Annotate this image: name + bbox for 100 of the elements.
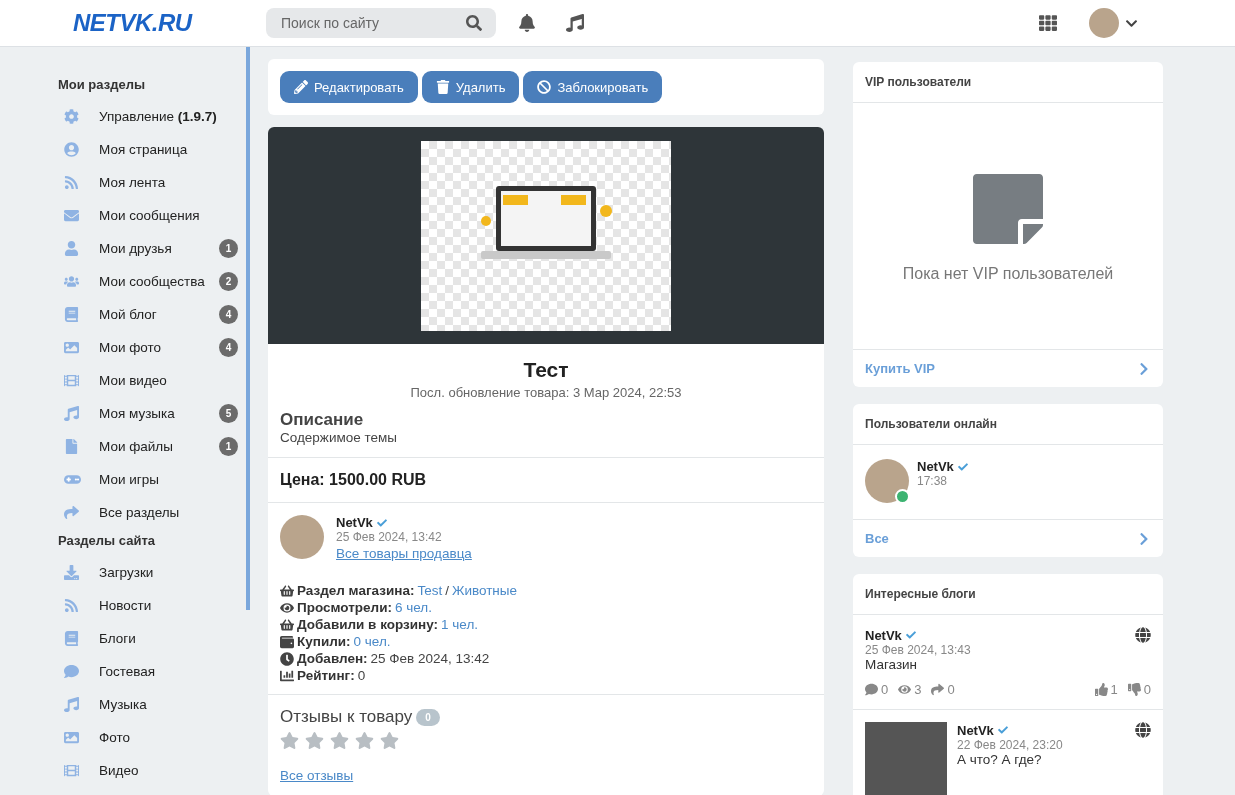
search-icon[interactable] (466, 15, 482, 31)
image-icon (64, 730, 79, 745)
detail-label: Раздел магазина: (297, 582, 415, 599)
music-note-icon[interactable] (566, 14, 584, 32)
sidebar-item[interactable]: Мои видео (58, 364, 246, 397)
blog-text: А что? А где? (957, 752, 1043, 767)
search-field[interactable]: Поиск по сайту (266, 8, 496, 38)
detail-link[interactable]: 6 чел. (395, 599, 432, 616)
rss-icon (64, 598, 79, 613)
sidebar-item[interactable]: Управление (1.9.7) (58, 100, 246, 133)
music-icon (64, 406, 79, 421)
description-text: Содержимое темы (280, 430, 398, 445)
sidebar-item[interactable]: Мои сообщества 2 (58, 265, 246, 298)
count-badge: 1 (219, 239, 238, 258)
action-button[interactable]: Заблокировать (523, 71, 663, 103)
book-icon (64, 631, 79, 646)
star-icon (380, 731, 399, 750)
users-icon (64, 274, 79, 289)
user-name: NetVk (917, 459, 954, 474)
sidebar-item[interactable]: Видео (58, 754, 246, 787)
site-logo[interactable]: NETVK.RU (73, 9, 266, 37)
seller-products-link[interactable]: Все товары продавца (336, 546, 472, 561)
music-icon (64, 697, 79, 712)
sidebar-item[interactable]: Мои фото 4 (58, 331, 246, 364)
speech-bubble-icon (64, 664, 79, 679)
pencil-icon (294, 80, 308, 94)
detail-link[interactable]: Животные (451, 582, 518, 599)
trash-icon (435, 80, 450, 94)
count-badge: 1 (219, 437, 238, 456)
star-icon (280, 731, 299, 750)
sidebar-item[interactable]: Все разделы (58, 496, 246, 529)
sidebar-item[interactable]: Моя музыка 5 (58, 397, 246, 430)
detail-label: Добавили в корзину: (297, 616, 439, 633)
globe-icon (1135, 722, 1151, 738)
apps-grid-icon[interactable] (1039, 14, 1057, 32)
detail-label: Просмотрели: (297, 599, 392, 616)
sidebar-item[interactable]: Гостевая (58, 655, 246, 688)
blog-author: NetVk (865, 627, 902, 643)
sidebar-item[interactable]: Блоги (58, 622, 246, 655)
ban-icon (537, 80, 552, 94)
rss-icon (64, 175, 79, 190)
sidebar-item[interactable]: Моя лента (58, 166, 246, 199)
sidebar-item[interactable]: Загрузки (58, 556, 246, 589)
blog-text: Магазин (865, 657, 919, 672)
share-count: 0 (931, 682, 955, 697)
reviews-heading: Отзывы к товару (280, 707, 413, 727)
action-button[interactable]: Редактировать (280, 71, 418, 103)
user-avatar[interactable] (865, 459, 909, 503)
blog-author: NetVk (957, 722, 994, 738)
bar-chart-icon (280, 668, 294, 683)
sidebar-item[interactable]: Мои друзья 1 (58, 232, 246, 265)
count-badge: 4 (219, 338, 238, 357)
section-title: Разделы сайта (58, 533, 156, 548)
sidebar-item[interactable]: Новости (58, 589, 246, 622)
sidebar-item[interactable]: Мои файлы 1 (58, 430, 246, 463)
film-icon (64, 373, 79, 388)
sidebar-item[interactable]: Музыка (58, 688, 246, 721)
gamepad-icon (64, 475, 81, 484)
detail-value: 25 Фев 2024, 13:42 (370, 650, 490, 667)
product-title: Тест (522, 358, 570, 382)
verified-check-icon (376, 517, 387, 528)
detail-label: Добавлен: (297, 650, 368, 667)
sidebar-item[interactable]: Мои игры (58, 463, 246, 496)
card-title: VIP пользователи (853, 62, 1163, 103)
gear-icon (64, 109, 79, 124)
film-icon (64, 763, 79, 778)
online-time: 17:38 (917, 474, 949, 488)
card-title: Пользователи онлайн (853, 404, 1163, 445)
verified-check-icon (957, 461, 968, 472)
bell-icon[interactable] (518, 14, 536, 32)
detail-link[interactable]: 1 чел. (441, 616, 479, 633)
image-icon (64, 340, 79, 355)
user-icon (64, 241, 79, 256)
star-icon (305, 731, 324, 750)
sidebar-item[interactable]: Мой блог 4 (58, 298, 246, 331)
sidebar-item[interactable]: Мои сообщения (58, 199, 246, 232)
seller-avatar (280, 515, 324, 559)
all-reviews-link[interactable]: Все отзывы (280, 768, 354, 783)
star-icon (355, 731, 374, 750)
sidebar-item[interactable]: Моя страница (58, 133, 246, 166)
detail-link[interactable]: 0 чел. (353, 633, 391, 650)
seller-name: NetVk (336, 515, 373, 530)
wallet-icon (280, 634, 294, 649)
count-badge: 5 (219, 404, 238, 423)
description-heading: Описание (280, 410, 365, 430)
share-arrow-icon (64, 505, 79, 520)
action-button[interactable]: Удалить (421, 71, 520, 103)
seller-date: 25 Фев 2024, 13:42 (336, 530, 443, 544)
blog-date: 22 Фев 2024, 23:20 (957, 738, 1064, 752)
detail-link[interactable]: Test (417, 582, 443, 599)
star-icon (330, 731, 349, 750)
review-count: 0 (416, 708, 440, 726)
count-badge: 2 (219, 272, 238, 291)
detail-label: Купили: (297, 633, 351, 650)
detail-value: / (445, 582, 449, 599)
envelope-icon (64, 208, 79, 223)
card-title: Интересные блоги (853, 574, 1163, 615)
sidebar-item[interactable]: Фото (58, 721, 246, 754)
update-date: Посл. обновление товара: 3 Мар 2024, 22:53 (409, 385, 683, 400)
empty-message: Пока нет VIP пользователей (902, 265, 1114, 283)
